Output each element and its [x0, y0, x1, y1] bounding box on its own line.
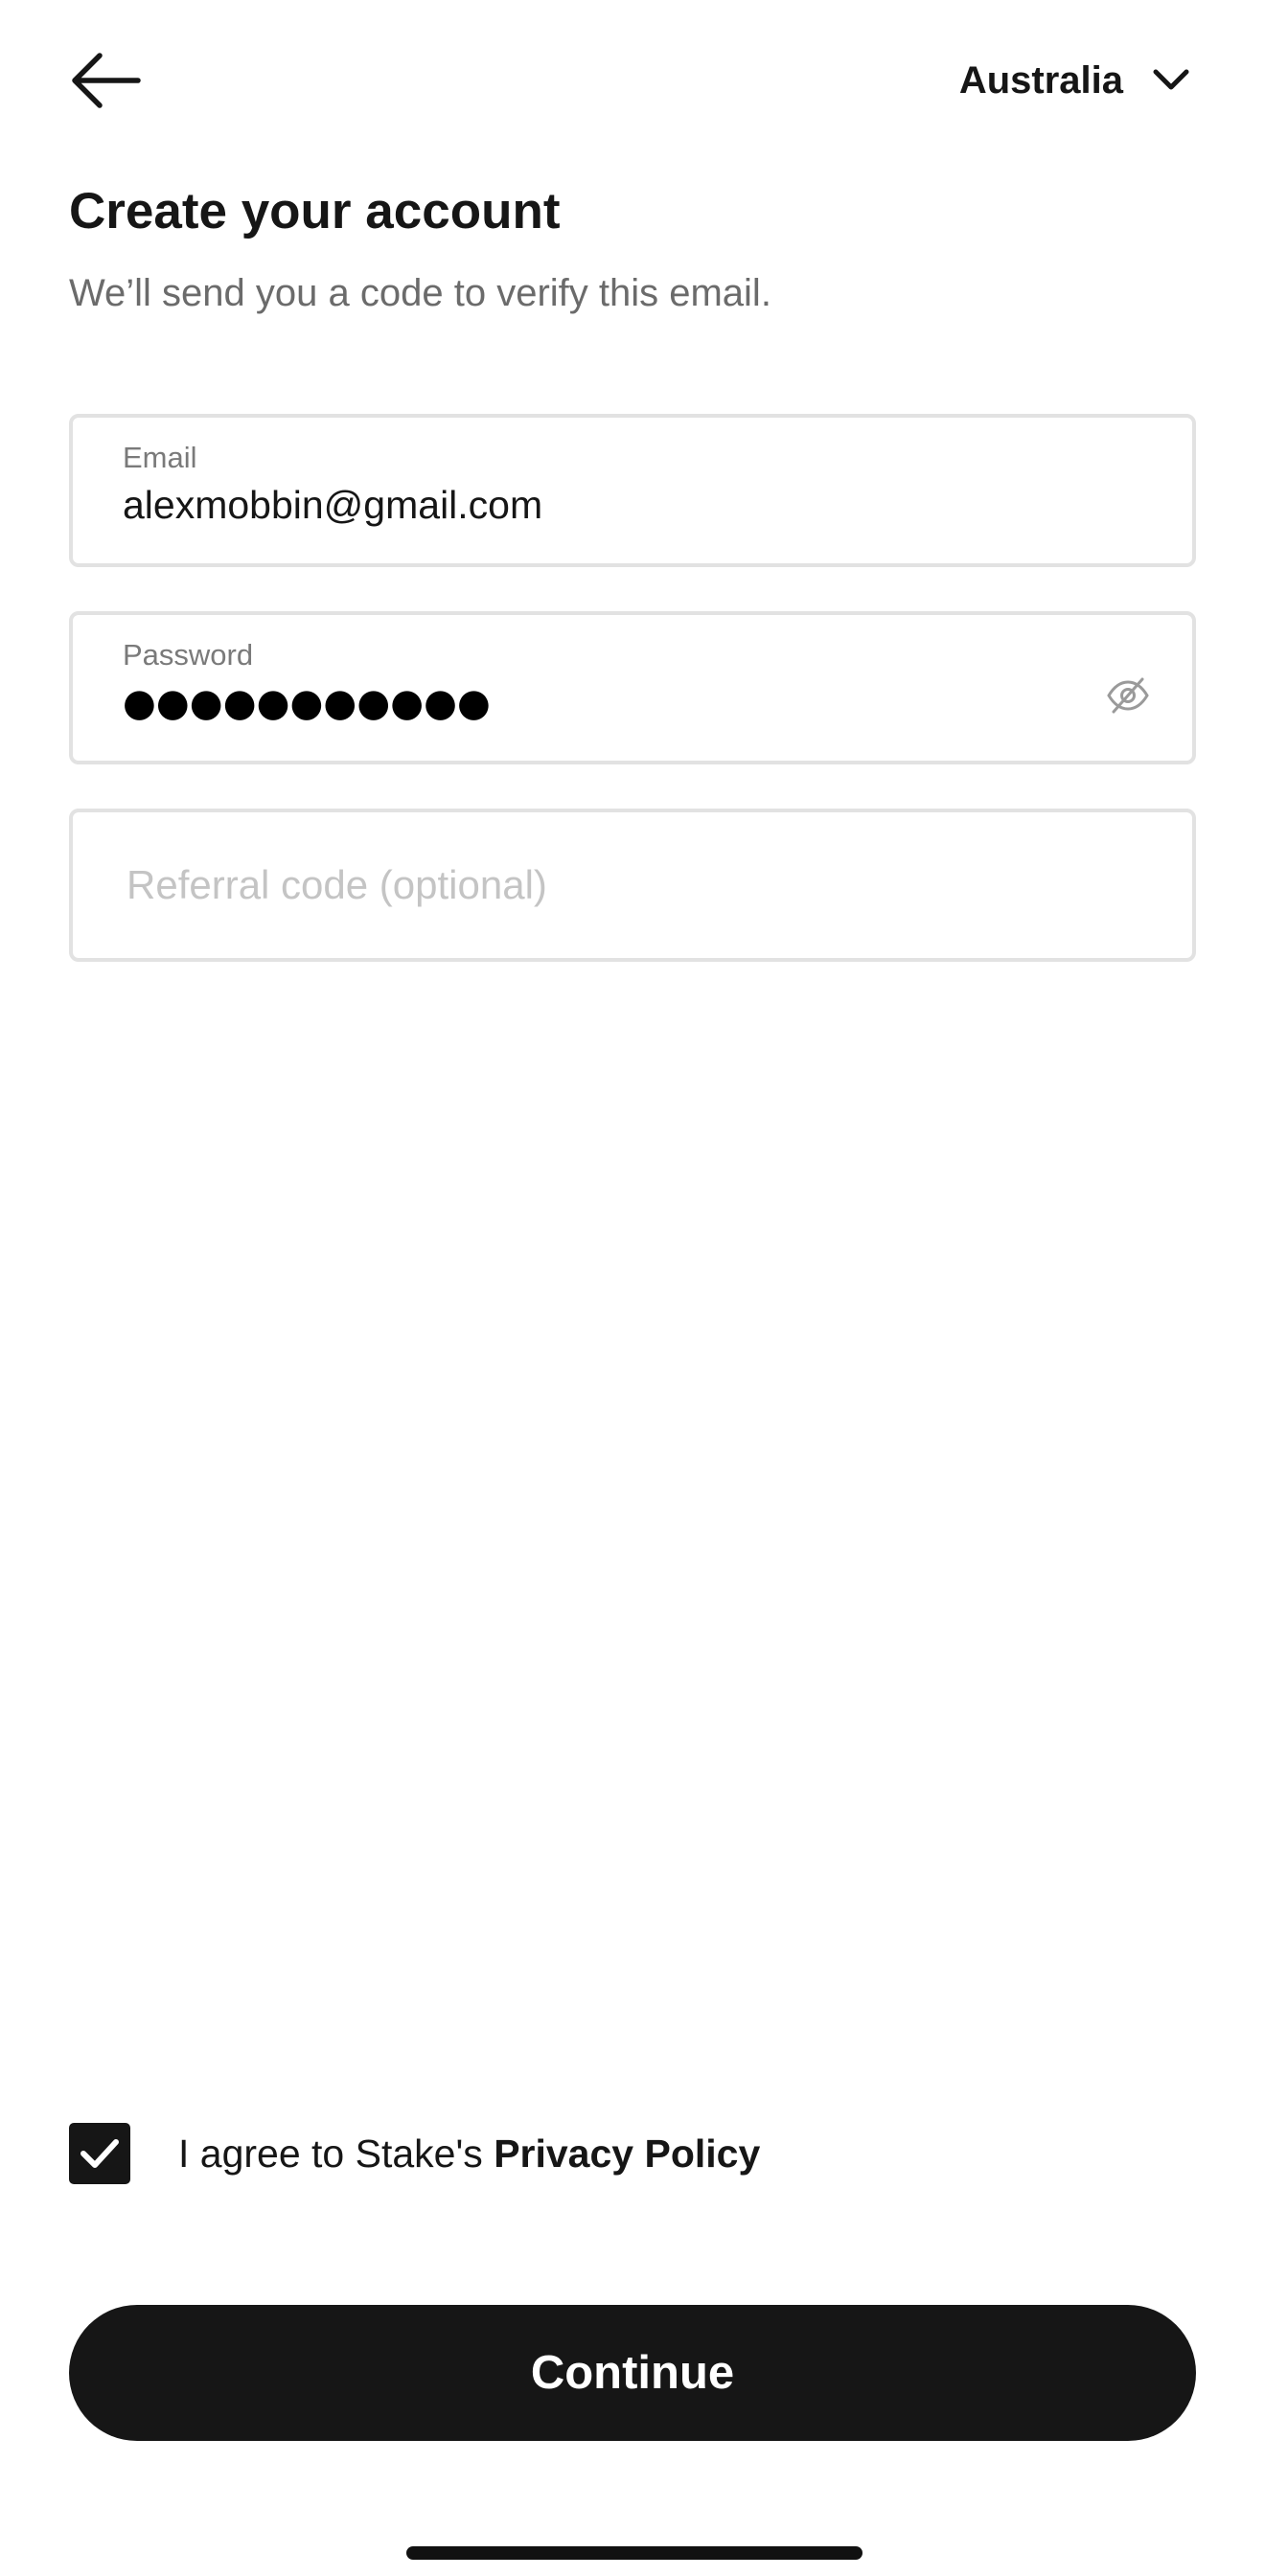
- email-label: Email: [123, 441, 197, 474]
- page-title: Create your account: [69, 183, 561, 239]
- password-label: Password: [123, 638, 254, 672]
- eye-off-icon: [1107, 677, 1149, 714]
- privacy-policy-link[interactable]: Privacy Policy: [494, 2131, 760, 2176]
- agree-statement: I agree to Stake's: [178, 2131, 494, 2176]
- country-selector[interactable]: Australia: [959, 50, 1190, 111]
- continue-button[interactable]: Continue: [69, 2305, 1196, 2441]
- arrow-left-icon: [72, 53, 141, 108]
- privacy-agreement: I agree to Stake's Privacy Policy: [69, 2123, 760, 2184]
- agree-text: I agree to Stake's Privacy Policy: [178, 2131, 760, 2177]
- referral-code-field[interactable]: [69, 809, 1196, 962]
- chevron-down-icon: [1153, 69, 1189, 90]
- home-indicator: [406, 2546, 862, 2560]
- password-field[interactable]: Password ●●●●●●●●●●●: [69, 611, 1196, 764]
- password-input[interactable]: ●●●●●●●●●●●: [123, 684, 491, 722]
- back-button[interactable]: [69, 42, 155, 119]
- page-subtitle: We’ll send you a code to verify this ema…: [69, 272, 771, 314]
- checkmark-icon: [80, 2139, 119, 2168]
- email-field[interactable]: Email: [69, 414, 1196, 567]
- agree-checkbox[interactable]: [69, 2123, 130, 2184]
- password-visibility-toggle[interactable]: [1106, 676, 1150, 715]
- referral-code-input[interactable]: [126, 812, 1142, 958]
- email-input[interactable]: [123, 483, 985, 528]
- country-label: Australia: [958, 58, 1123, 102]
